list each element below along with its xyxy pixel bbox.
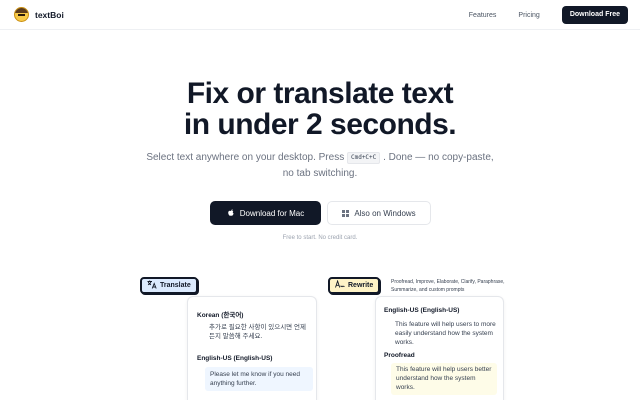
apple-icon [227, 208, 235, 219]
download-free-button[interactable]: Download Free [561, 6, 628, 24]
proofread-label: Proofread [384, 352, 415, 359]
rewrite-options-description: Proofread, Improve, Elaborate, Clarify, … [391, 279, 505, 293]
download-for-mac-label: Download for Mac [239, 208, 305, 218]
nav-link-features[interactable]: Features [469, 12, 497, 19]
target-language-label: English-US (English-US) [197, 355, 273, 362]
hero-title: Fix or translate text in under 2 seconds… [0, 78, 640, 140]
proofread-text: This feature will help users better unde… [396, 366, 492, 391]
rewrite-tag-label: Rewrite [348, 282, 374, 289]
source-text: This feature will help users to more eas… [395, 321, 496, 346]
rewrite-icon [335, 279, 345, 291]
translate-demo-card: Korean (한국어) 추가로 필요한 사항이 있으시면 언제든지 말씀해 주… [187, 296, 317, 400]
also-on-windows-label: Also on Windows [354, 208, 416, 218]
hero-title-line-1: Fix or translate text [186, 77, 454, 110]
source-language-label: English-US (English-US) [384, 307, 460, 314]
hero-title-line-2: in under 2 seconds. [183, 108, 457, 141]
nav-link-pricing[interactable]: Pricing [518, 12, 539, 19]
rewrite-demo-card: English-US (English-US) This feature wil… [375, 296, 504, 400]
windows-icon [342, 209, 350, 217]
translate-icon [147, 280, 157, 291]
emoji-face-icon [14, 7, 29, 22]
brand[interactable]: textBoi [14, 7, 64, 22]
also-on-windows-button[interactable]: Also on Windows [327, 201, 431, 225]
translated-text: Please let me know if you need anything … [210, 371, 300, 387]
keyboard-shortcut: Cmd+C+C [346, 152, 381, 164]
top-navigation-bar: textBoi Features Pricing Download Free [0, 0, 640, 30]
translate-tag-label: Translate [160, 282, 191, 289]
hero-subtitle: Select text anywhere on your desktop. Pr… [140, 150, 500, 182]
hero-subtitle-text: Select text anywhere on your desktop. Pr… [146, 152, 345, 163]
translate-tag[interactable]: Translate [140, 277, 198, 294]
hero-note: Free to start. No credit card. [282, 235, 358, 241]
source-language-label: Korean (한국어) [197, 312, 244, 319]
rewrite-tag[interactable]: Rewrite [328, 277, 381, 294]
source-text: 추가로 필요한 사항이 있으시면 언제든지 말씀해 주세요. [209, 324, 306, 340]
nav-menu: Features Pricing Download Free [469, 6, 628, 24]
brand-name: textBoi [35, 9, 64, 20]
download-for-mac-button[interactable]: Download for Mac [210, 201, 321, 225]
